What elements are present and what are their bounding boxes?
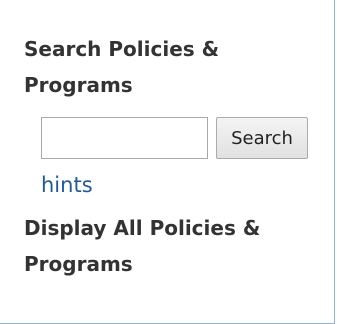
search-panel: Search Policies & Programs Search hints …: [0, 0, 335, 324]
hints-link[interactable]: hints: [41, 170, 93, 200]
search-policies-heading: Search Policies & Programs: [24, 37, 220, 97]
search-input[interactable]: [41, 117, 208, 159]
search-button[interactable]: Search: [216, 117, 308, 159]
display-all-policies-link[interactable]: Display All Policies & Programs: [24, 210, 324, 282]
